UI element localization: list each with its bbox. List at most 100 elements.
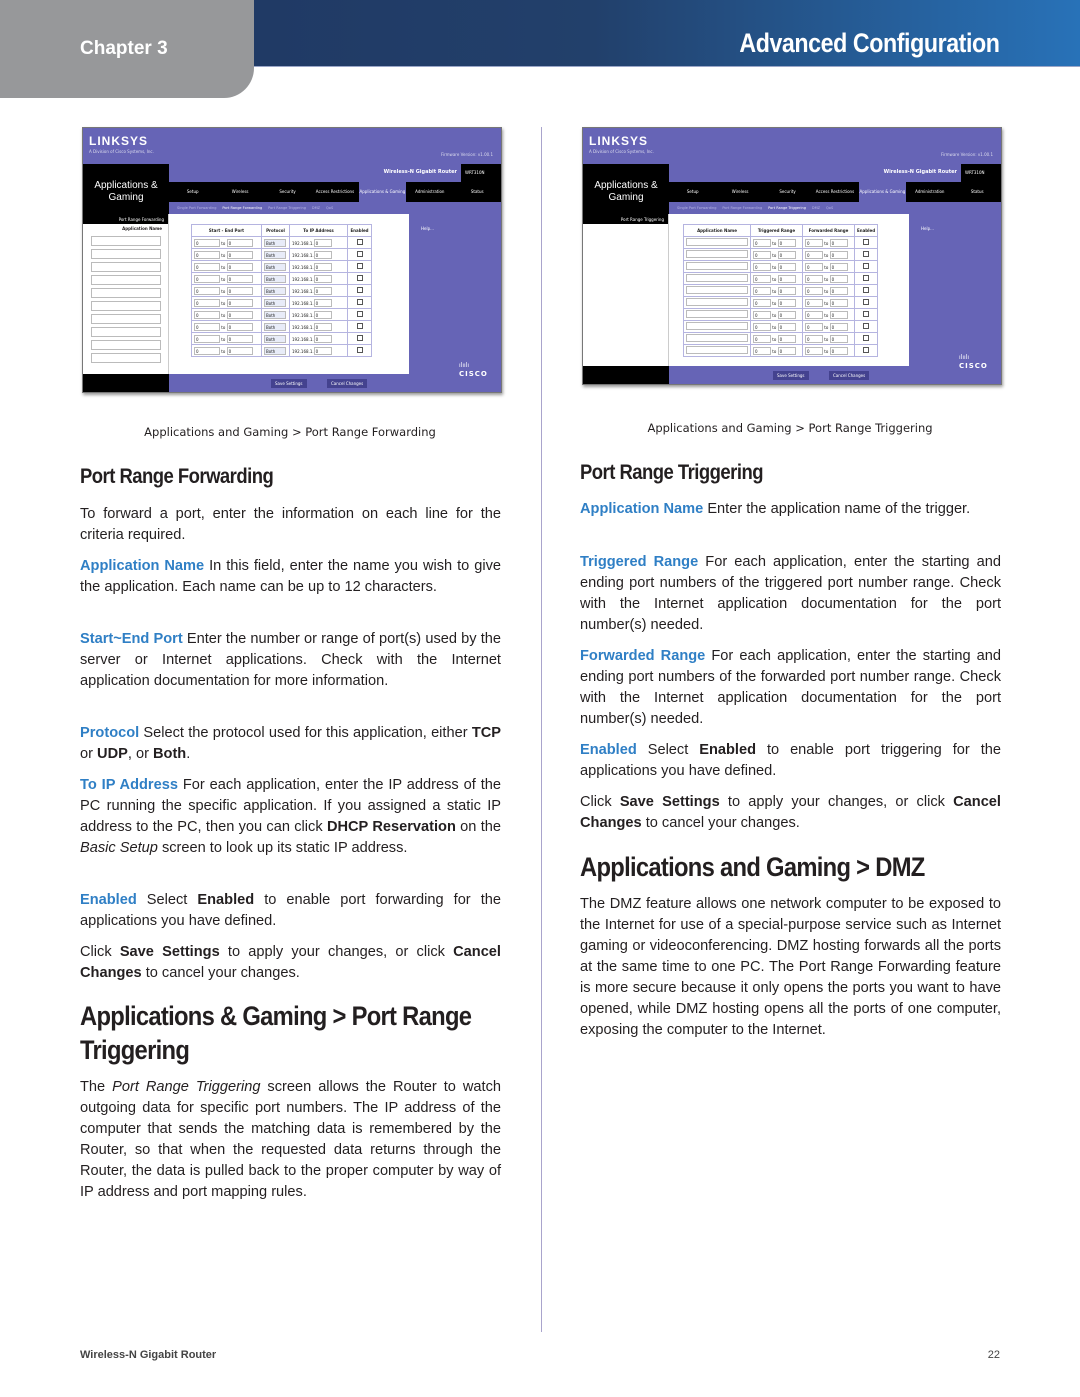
forwarded-start-input[interactable]: 0 (805, 298, 823, 307)
ip-last-octet-input[interactable]: 0 (313, 262, 332, 271)
tab-administration[interactable]: Administration (906, 182, 953, 202)
start-port-input[interactable]: 0 (194, 250, 220, 259)
forwarded-end-input[interactable]: 0 (829, 238, 848, 247)
enabled-checkbox[interactable] (863, 335, 870, 341)
enabled-checkbox[interactable] (863, 239, 870, 245)
triggered-start-input[interactable]: 0 (753, 274, 771, 283)
protocol-select[interactable]: Both (264, 262, 286, 271)
ip-last-octet-input[interactable]: 0 (313, 346, 332, 355)
application-name-input[interactable] (91, 288, 161, 298)
enabled-checkbox[interactable] (356, 251, 363, 257)
enabled-checkbox[interactable] (356, 239, 363, 245)
enabled-checkbox[interactable] (863, 323, 870, 329)
forwarded-end-input[interactable]: 0 (829, 346, 848, 355)
application-name-input[interactable] (91, 236, 161, 246)
tab-setup[interactable]: Setup (669, 182, 716, 202)
subtab-port-range-triggering[interactable]: Port Range Triggering (768, 202, 806, 214)
application-name-input[interactable] (686, 250, 748, 258)
enabled-checkbox[interactable] (356, 323, 363, 329)
tab-wireless[interactable]: Wireless (216, 182, 263, 202)
subtab-dmz[interactable]: DMZ (312, 202, 320, 214)
enabled-checkbox[interactable] (356, 299, 363, 305)
application-name-input[interactable] (686, 238, 748, 246)
forwarded-end-input[interactable]: 0 (829, 334, 848, 343)
end-port-input[interactable]: 0 (226, 274, 253, 283)
enabled-checkbox[interactable] (356, 287, 363, 293)
triggered-end-input[interactable]: 0 (777, 346, 796, 355)
enabled-checkbox[interactable] (356, 335, 363, 341)
triggered-end-input[interactable]: 0 (777, 250, 796, 259)
start-port-input[interactable]: 0 (194, 334, 220, 343)
application-name-input[interactable] (91, 262, 161, 272)
start-port-input[interactable]: 0 (194, 274, 220, 283)
help-link[interactable]: Help... (921, 226, 934, 231)
enabled-checkbox[interactable] (863, 347, 870, 353)
triggered-end-input[interactable]: 0 (777, 322, 796, 331)
ip-last-octet-input[interactable]: 0 (313, 250, 332, 259)
application-name-input[interactable] (686, 298, 748, 306)
triggered-start-input[interactable]: 0 (753, 298, 771, 307)
application-name-input[interactable] (91, 314, 161, 324)
end-port-input[interactable]: 0 (226, 322, 253, 331)
triggered-end-input[interactable]: 0 (777, 298, 796, 307)
protocol-select[interactable]: Both (264, 334, 286, 343)
enabled-checkbox[interactable] (356, 275, 363, 281)
tab-status[interactable]: Status (954, 182, 1001, 202)
tab-applications-gaming[interactable]: Applications & Gaming (858, 182, 907, 202)
start-port-input[interactable]: 0 (194, 322, 220, 331)
protocol-select[interactable]: Both (264, 322, 286, 331)
forwarded-start-input[interactable]: 0 (805, 310, 823, 319)
end-port-input[interactable]: 0 (226, 298, 253, 307)
triggered-start-input[interactable]: 0 (753, 238, 771, 247)
subtab-single-port-forwarding[interactable]: Single Port Forwarding (677, 202, 716, 214)
start-port-input[interactable]: 0 (194, 286, 220, 295)
tab-applications-gaming[interactable]: Applications & Gaming (358, 182, 407, 202)
application-name-input[interactable] (686, 334, 748, 342)
enabled-checkbox[interactable] (356, 263, 363, 269)
triggered-end-input[interactable]: 0 (777, 274, 796, 283)
application-name-input[interactable] (686, 346, 748, 354)
end-port-input[interactable]: 0 (226, 250, 253, 259)
subtab-port-range-triggering[interactable]: Port Range Triggering (268, 202, 306, 214)
end-port-input[interactable]: 0 (226, 286, 253, 295)
save-settings-button[interactable]: Save Settings (773, 371, 809, 380)
forwarded-start-input[interactable]: 0 (805, 262, 823, 271)
protocol-select[interactable]: Both (264, 298, 286, 307)
end-port-input[interactable]: 0 (226, 310, 253, 319)
ip-last-octet-input[interactable]: 0 (313, 274, 332, 283)
enabled-checkbox[interactable] (863, 275, 870, 281)
help-link[interactable]: Help... (421, 226, 434, 231)
tab-setup[interactable]: Setup (169, 182, 216, 202)
subtab-qos[interactable]: QoS (826, 202, 833, 214)
start-port-input[interactable]: 0 (194, 262, 220, 271)
start-port-input[interactable]: 0 (194, 238, 220, 247)
application-name-input[interactable] (91, 275, 161, 285)
ip-last-octet-input[interactable]: 0 (313, 310, 332, 319)
triggered-end-input[interactable]: 0 (777, 238, 796, 247)
triggered-start-input[interactable]: 0 (753, 310, 771, 319)
subtab-port-range-forwarding[interactable]: Port Range Forwarding (722, 202, 762, 214)
ip-last-octet-input[interactable]: 0 (313, 238, 332, 247)
protocol-select[interactable]: Both (264, 310, 286, 319)
protocol-select[interactable]: Both (264, 238, 286, 247)
application-name-input[interactable] (91, 249, 161, 259)
enabled-checkbox[interactable] (863, 251, 870, 257)
tab-access-restrictions[interactable]: Access Restrictions (311, 182, 358, 202)
triggered-end-input[interactable]: 0 (777, 262, 796, 271)
application-name-input[interactable] (91, 301, 161, 311)
application-name-input[interactable] (686, 262, 748, 270)
triggered-start-input[interactable]: 0 (753, 286, 771, 295)
forwarded-end-input[interactable]: 0 (829, 262, 848, 271)
subtab-port-range-forwarding[interactable]: Port Range Forwarding (222, 202, 262, 214)
application-name-input[interactable] (91, 327, 161, 337)
triggered-start-input[interactable]: 0 (753, 262, 771, 271)
forwarded-start-input[interactable]: 0 (805, 322, 823, 331)
enabled-checkbox[interactable] (863, 263, 870, 269)
triggered-start-input[interactable]: 0 (753, 250, 771, 259)
application-name-input[interactable] (91, 340, 161, 350)
cancel-changes-button[interactable]: Cancel Changes (327, 379, 368, 388)
forwarded-start-input[interactable]: 0 (805, 250, 823, 259)
triggered-start-input[interactable]: 0 (753, 322, 771, 331)
forwarded-start-input[interactable]: 0 (805, 274, 823, 283)
application-name-input[interactable] (686, 322, 748, 330)
